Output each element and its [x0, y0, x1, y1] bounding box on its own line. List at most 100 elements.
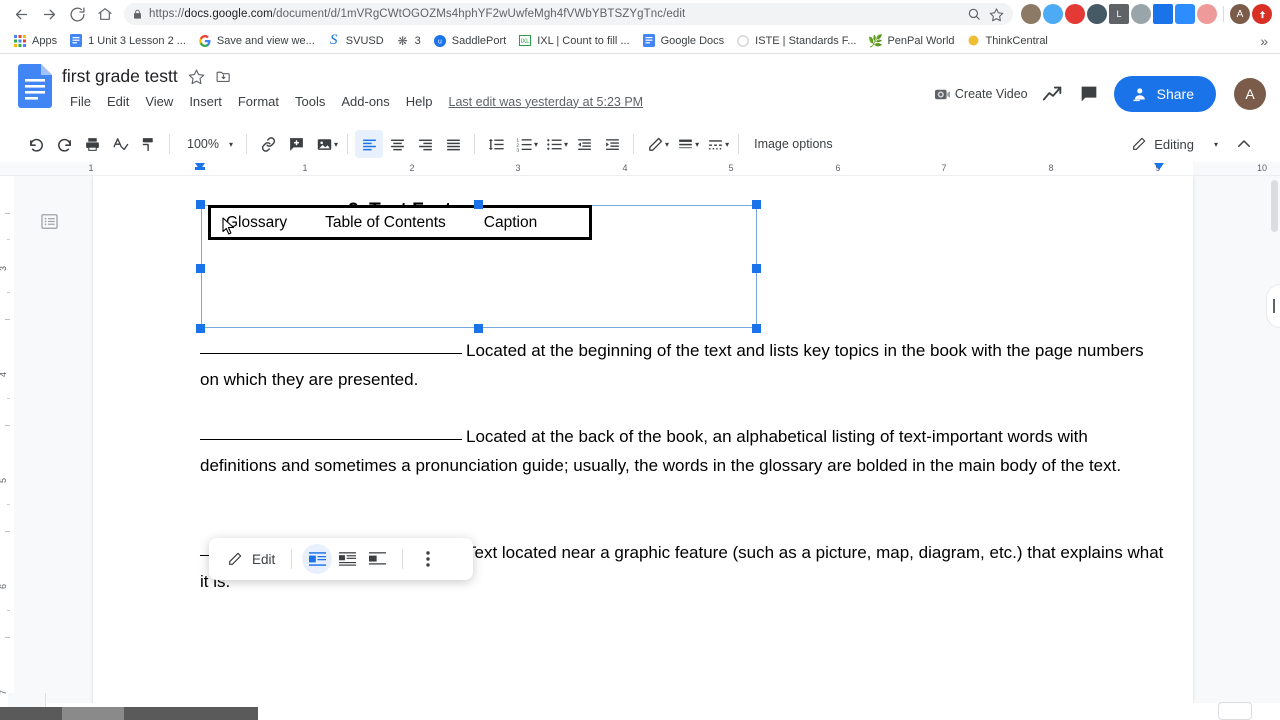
spellcheck-icon[interactable]: [106, 130, 134, 158]
last-edit-status[interactable]: Last edit was yesterday at 5:23 PM: [449, 95, 644, 109]
bookmark-unit3lesson2[interactable]: 1 Unit 3 Lesson 2 ...: [64, 32, 193, 50]
image-options-button[interactable]: Image options: [746, 137, 841, 151]
bookmark-penpal-world[interactable]: 🌿 PenPal World: [863, 32, 961, 50]
bookmark-save-and-view[interactable]: Save and view we...: [193, 32, 322, 50]
numbered-list-chevron-down-icon[interactable]: ▾: [534, 140, 538, 149]
menu-file[interactable]: File: [62, 92, 99, 111]
menu-view[interactable]: View: [137, 92, 181, 111]
avatar[interactable]: A: [1234, 78, 1266, 110]
horizontal-scroll-track[interactable]: [0, 707, 62, 720]
chevron-up-icon[interactable]: [1230, 130, 1258, 158]
decrease-indent-icon[interactable]: [570, 130, 598, 158]
wrap-text-icon[interactable]: [332, 544, 362, 574]
paragraph-1[interactable]: Located at the beginning of the text and…: [200, 336, 1165, 394]
increase-indent-icon[interactable]: [598, 130, 626, 158]
menu-edit[interactable]: Edit: [99, 92, 137, 111]
bookmark-thinkcentral[interactable]: ThinkCentral: [962, 32, 1055, 50]
bookmark-ixl[interactable]: IXL IXL | Count to fill ...: [513, 32, 636, 50]
line-spacing-icon[interactable]: [482, 130, 510, 158]
wrap-text-inline-icon[interactable]: [302, 544, 333, 574]
extension-icon-6[interactable]: [1131, 4, 1151, 24]
border-weight-chevron-down-icon[interactable]: ▾: [695, 140, 699, 149]
resize-handle-bottom-left[interactable]: [196, 324, 205, 333]
border-color-chevron-down-icon[interactable]: ▾: [665, 140, 669, 149]
horizontal-ruler[interactable]: 1 1 2 3 4 5 6 7 8 9 10: [0, 162, 1280, 176]
bookmark-3[interactable]: ❋ 3: [391, 32, 428, 50]
break-text-icon[interactable]: [362, 544, 392, 574]
bookmark-svusd[interactable]: S SVUSD: [322, 32, 391, 50]
vertical-scroll-thumb[interactable]: [1271, 180, 1278, 232]
bulleted-list-chevron-down-icon[interactable]: ▾: [564, 140, 568, 149]
bookmark-iste[interactable]: ISTE | Standards F...: [731, 32, 863, 50]
bookmarks-overflow-icon[interactable]: »: [1260, 33, 1272, 49]
create-video-button[interactable]: Create Video: [934, 87, 1028, 102]
forward-icon[interactable]: [36, 1, 62, 27]
paragraph-2[interactable]: Located at the back of the book, an alph…: [200, 422, 1140, 480]
address-bar[interactable]: https://docs.google.com/document/d/1mVRg…: [124, 3, 1013, 25]
back-icon[interactable]: [8, 1, 34, 27]
reload-icon[interactable]: [64, 1, 90, 27]
zoom-search-icon[interactable]: [965, 5, 983, 23]
editing-chevron-down-icon[interactable]: ▾: [1214, 140, 1218, 149]
resize-handle-bottom-center[interactable]: [474, 324, 483, 333]
indent-marker-icon[interactable]: [195, 163, 205, 170]
right-indent-marker-icon[interactable]: [1154, 163, 1164, 170]
move-to-folder-icon[interactable]: [215, 68, 232, 85]
redo-icon[interactable]: [50, 130, 78, 158]
resize-handle-middle-right[interactable]: [752, 264, 761, 273]
panel-collapse-handle[interactable]: [1266, 284, 1280, 328]
vertical-scrollbar[interactable]: [1268, 176, 1280, 703]
image-edit-button[interactable]: Edit: [221, 551, 281, 567]
browser-menu-icon[interactable]: [1252, 4, 1272, 24]
resize-handle-top-center[interactable]: [474, 200, 483, 209]
horizontal-scroll-thumb[interactable]: [62, 707, 124, 720]
paint-format-icon[interactable]: [134, 130, 162, 158]
extension-icon-loom[interactable]: L: [1109, 4, 1129, 24]
bookmark-apps[interactable]: Apps: [8, 32, 64, 50]
selected-image[interactable]: Glossary Table of Contents Caption: [196, 200, 761, 333]
page-title[interactable]: first grade testt: [62, 66, 178, 87]
undo-icon[interactable]: [22, 130, 50, 158]
google-docs-logo[interactable]: [18, 64, 52, 108]
status-corner-box[interactable]: [1218, 702, 1252, 720]
vertical-ruler[interactable]: 3 4 5 6 7: [0, 176, 14, 703]
align-center-icon[interactable]: [383, 130, 411, 158]
editing-mode-button[interactable]: Editing: [1125, 136, 1200, 152]
extension-icon-screencastify[interactable]: [1153, 4, 1173, 24]
star-icon[interactable]: [987, 5, 1005, 23]
menu-format[interactable]: Format: [230, 92, 287, 111]
comment-icon[interactable]: [1078, 83, 1100, 105]
insert-link-icon[interactable]: [254, 130, 282, 158]
border-dash-chevron-down-icon[interactable]: ▾: [725, 140, 729, 149]
browser-profile-avatar[interactable]: A: [1230, 4, 1250, 24]
zoom-control[interactable]: 100% ▾: [177, 137, 239, 151]
image-chevron-down-icon[interactable]: ▾: [334, 140, 338, 149]
menu-addons[interactable]: Add-ons: [333, 92, 397, 111]
extension-icon-9[interactable]: [1197, 4, 1217, 24]
more-vertical-icon[interactable]: [413, 544, 443, 574]
add-comment-icon[interactable]: [282, 130, 310, 158]
bookmark-saddleport[interactable]: u SaddlePort: [428, 32, 513, 50]
menu-insert[interactable]: Insert: [181, 92, 230, 111]
home-icon[interactable]: [92, 1, 118, 27]
document-page[interactable]: 2. Text Features Glossary Table of Conte…: [93, 176, 1193, 703]
resize-handle-middle-left[interactable]: [196, 264, 205, 273]
align-right-icon[interactable]: [411, 130, 439, 158]
menu-tools[interactable]: Tools: [287, 92, 333, 111]
document-outline-icon[interactable]: [36, 208, 62, 234]
resize-handle-bottom-right[interactable]: [752, 324, 761, 333]
extension-icon-1[interactable]: [1021, 4, 1041, 24]
horizontal-scroll-track-right[interactable]: [124, 707, 258, 720]
align-justify-icon[interactable]: [439, 130, 467, 158]
print-icon[interactable]: [78, 130, 106, 158]
extension-icon-2[interactable]: [1043, 4, 1063, 24]
bookmark-google-docs[interactable]: Google Docs: [637, 32, 732, 50]
extension-icon-zoom[interactable]: [1175, 4, 1195, 24]
resize-handle-top-left[interactable]: [196, 200, 205, 209]
menu-help[interactable]: Help: [398, 92, 441, 111]
share-button[interactable]: Share: [1113, 76, 1216, 112]
resize-handle-top-right[interactable]: [752, 200, 761, 209]
star-outline-icon[interactable]: [188, 68, 205, 85]
align-left-icon[interactable]: [355, 130, 384, 158]
trending-up-icon[interactable]: [1042, 83, 1064, 105]
